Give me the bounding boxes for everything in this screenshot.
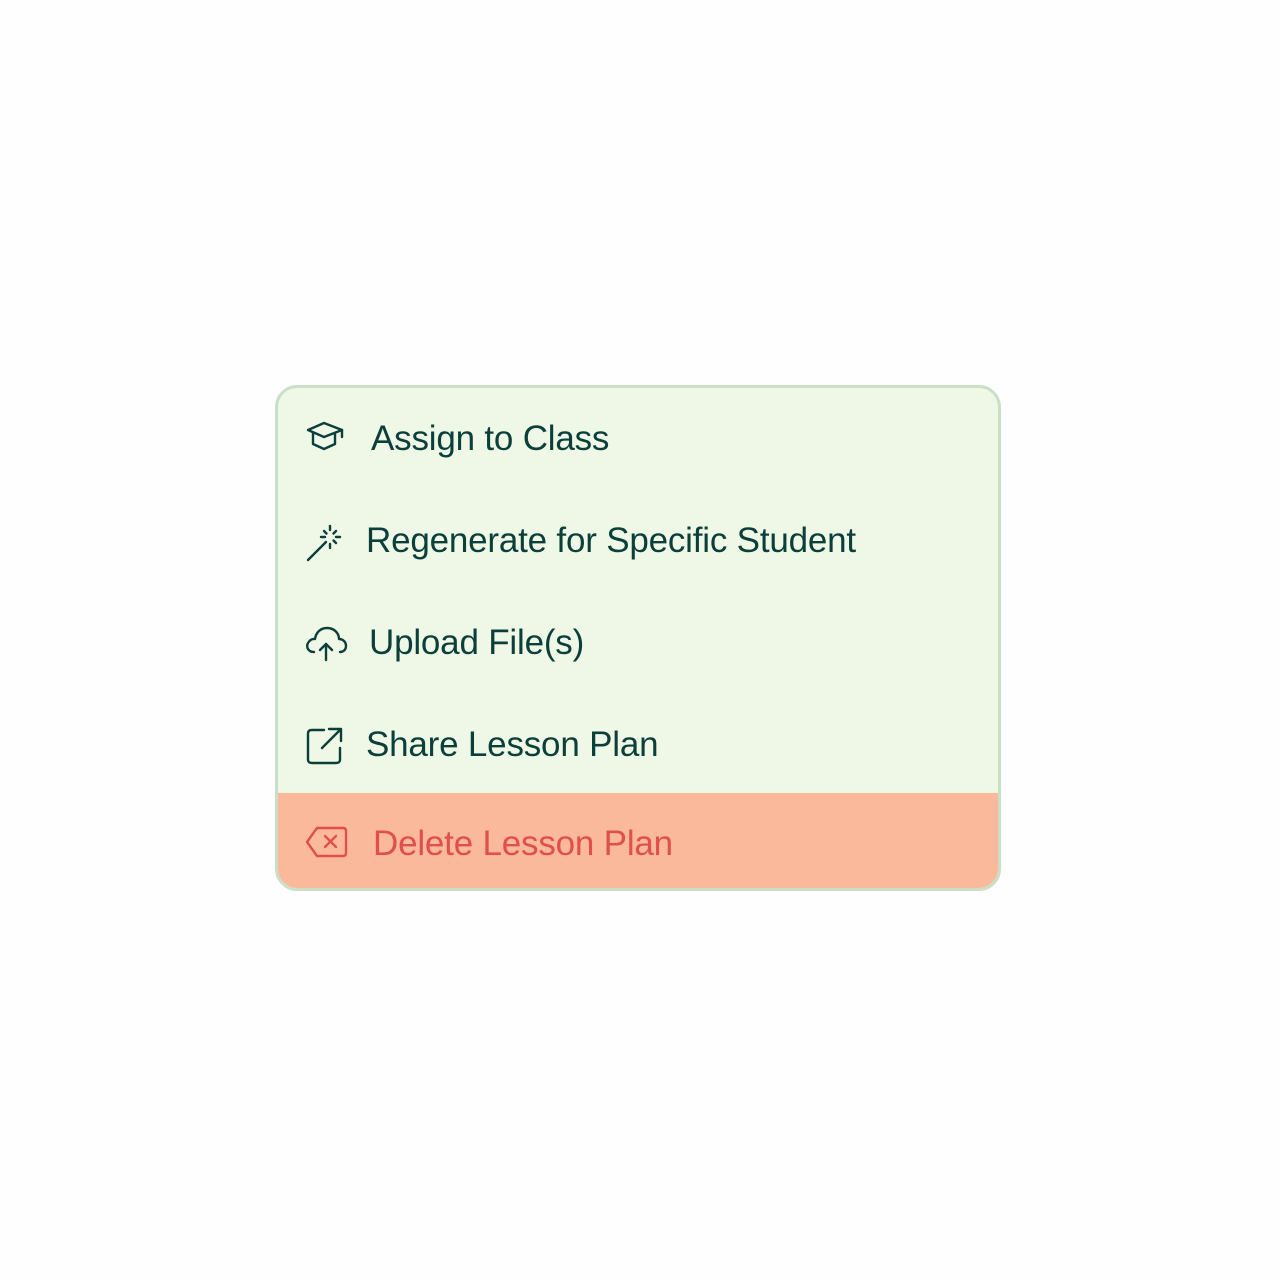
menu-item-label: Share Lesson Plan: [366, 725, 659, 764]
menu-item-label: Upload File(s): [369, 623, 585, 662]
menu-item-upload-files[interactable]: Upload File(s): [278, 592, 998, 694]
menu-item-delete-lesson-plan[interactable]: Delete Lesson Plan: [278, 793, 998, 888]
menu-item-label: Delete Lesson Plan: [373, 824, 673, 863]
external-share-icon: [304, 724, 348, 768]
graduation-cap-icon: [304, 418, 348, 462]
menu-item-regenerate-for-student[interactable]: Regenerate for Specific Student: [278, 490, 998, 592]
cloud-upload-icon: [304, 622, 348, 666]
context-menu: Assign to Class Regenerate for Specific …: [275, 385, 1001, 891]
magic-wand-icon: [304, 520, 348, 564]
menu-item-share-lesson-plan[interactable]: Share Lesson Plan: [278, 694, 998, 796]
delete-backspace-icon: [304, 821, 348, 865]
menu-item-assign-to-class[interactable]: Assign to Class: [278, 388, 998, 490]
menu-item-label: Regenerate for Specific Student: [366, 521, 856, 560]
menu-item-label: Assign to Class: [371, 419, 610, 458]
